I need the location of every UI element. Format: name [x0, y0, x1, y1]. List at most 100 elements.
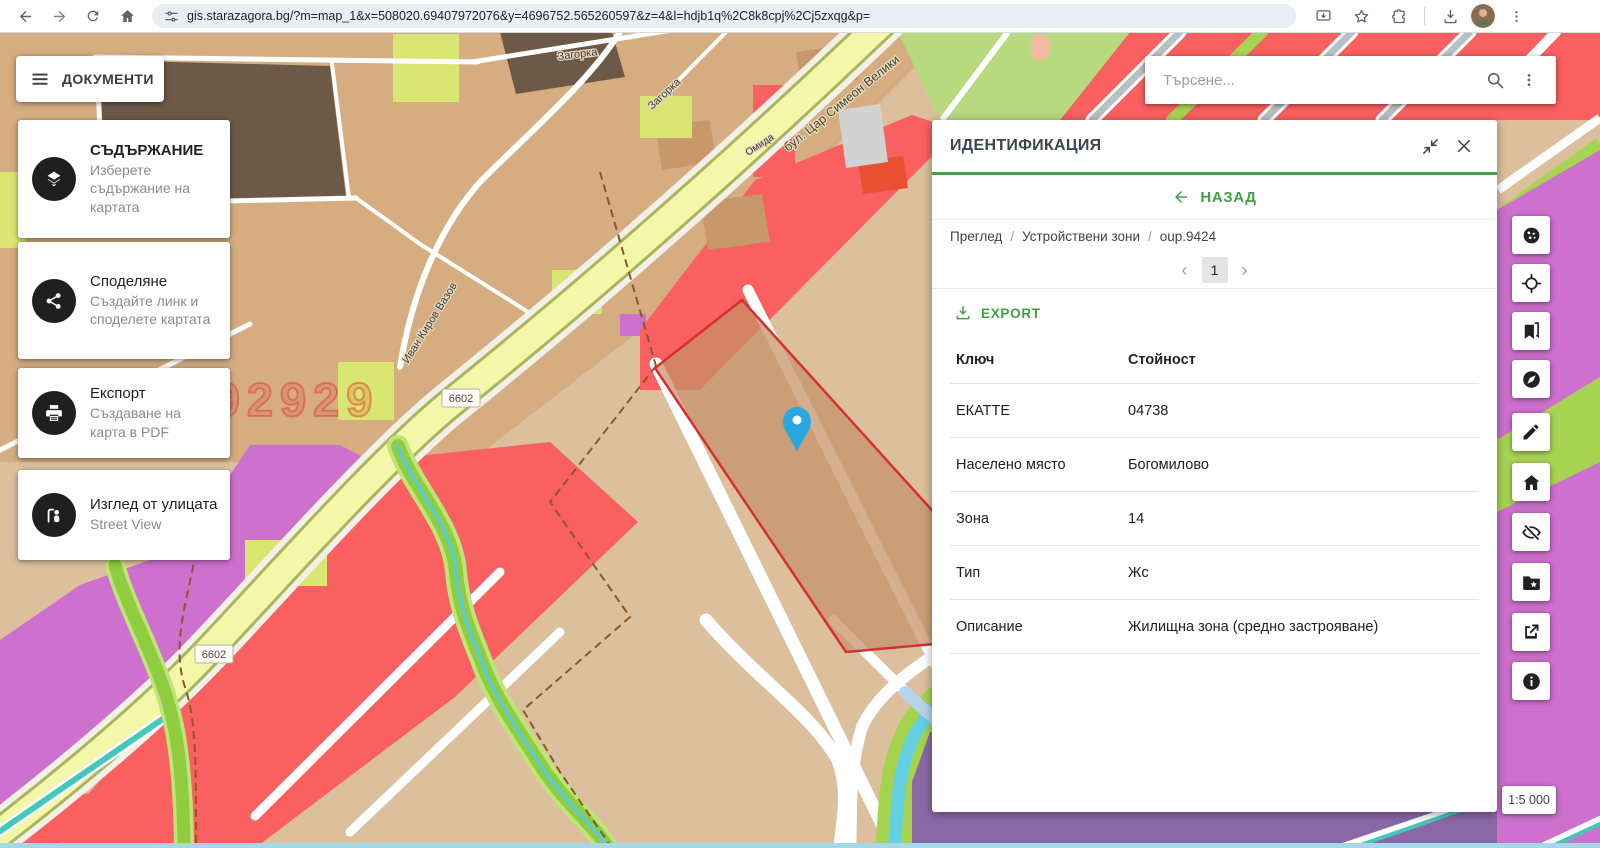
value-header: Стойност	[1128, 352, 1479, 368]
row-value: Жс	[1128, 565, 1479, 581]
row-value: Богомилово	[1128, 457, 1479, 473]
breadcrumb-item-current: oup.9424	[1160, 229, 1216, 244]
pencil-icon	[1521, 422, 1541, 442]
breadcrumb-item[interactable]: Устройствени зони	[1022, 229, 1140, 244]
browser-toolbar: gis.starazagora.bg/?m=map_1&x=508020.694…	[0, 0, 1600, 33]
sidebar-card-export[interactable]: Експорт Създаване на карта в PDF	[18, 368, 230, 458]
panel-title: ИДЕНТИФИКАЦИЯ	[950, 137, 1413, 155]
breadcrumb-item[interactable]: Преглед	[950, 229, 1002, 244]
bookmark-icon	[1521, 321, 1541, 341]
browser-menu-icon[interactable]	[1499, 2, 1533, 30]
breadcrumb: Преглед / Устройствени зони / oup.9424	[932, 220, 1497, 252]
info-button[interactable]	[1512, 662, 1550, 700]
hamburger-icon	[30, 69, 50, 89]
documents-menu-button[interactable]: ДОКУМЕНТИ	[16, 56, 164, 102]
close-icon[interactable]	[1447, 129, 1481, 163]
table-row: ЕКАТТЕ 04738	[950, 384, 1479, 438]
print-icon	[32, 391, 76, 435]
panel-header: ИДЕНТИФИКАЦИЯ	[932, 120, 1497, 172]
open-in-new-icon	[1521, 622, 1541, 642]
hide-layers-button[interactable]	[1512, 513, 1550, 551]
layers-icon	[32, 157, 76, 201]
share-icon	[32, 279, 76, 323]
row-key: Населено място	[956, 457, 1128, 473]
downloads-icon[interactable]	[1433, 2, 1467, 30]
install-icon[interactable]	[1306, 2, 1340, 30]
road-ref-badge: 6602	[442, 389, 480, 407]
row-value: 14	[1128, 511, 1479, 527]
key-header: Ключ	[956, 352, 1128, 368]
table-row: Описание Жилищна зона (средно застрояван…	[950, 600, 1479, 654]
pager-prev-icon[interactable]: ‹	[1182, 261, 1188, 279]
reload-icon[interactable]	[76, 2, 110, 30]
download-icon	[954, 304, 972, 322]
saved-features-button[interactable]	[1512, 563, 1550, 601]
card-subtitle: Изберете съдържание на картата	[90, 161, 218, 216]
identification-panel: ИДЕНТИФИКАЦИЯ НАЗАД Преглед / Устройстве…	[932, 120, 1497, 812]
row-key: ЕКАТТЕ	[956, 403, 1128, 419]
bookmark-star-icon[interactable]	[1344, 2, 1378, 30]
back-button[interactable]: НАЗАД	[932, 175, 1497, 220]
search-input[interactable]	[1161, 71, 1478, 90]
breadcrumb-separator: /	[1148, 229, 1152, 244]
row-key: Описание	[956, 619, 1128, 635]
bookmarks-button[interactable]	[1512, 312, 1550, 350]
home-extent-button[interactable]	[1512, 463, 1550, 501]
compass-icon	[1521, 369, 1542, 390]
back-label: НАЗАД	[1200, 189, 1256, 206]
search-icon[interactable]	[1478, 63, 1512, 97]
pager-page[interactable]: 1	[1202, 257, 1228, 283]
locate-button[interactable]	[1512, 264, 1550, 302]
search-bar[interactable]	[1145, 56, 1556, 104]
card-title: Споделяне	[90, 273, 218, 290]
documents-menu-label: ДОКУМЕНТИ	[62, 71, 154, 87]
row-value: 04738	[1128, 403, 1479, 419]
sidebar-card-share[interactable]: Споделяне Създайте линк и споделете карт…	[18, 242, 230, 359]
cookie-icon	[1521, 225, 1542, 246]
profile-avatar[interactable]	[1471, 4, 1495, 28]
info-icon	[1521, 671, 1542, 692]
home-icon[interactable]	[110, 2, 144, 30]
map-water-edge	[0, 843, 1600, 848]
table-header-row: Ключ Стойност	[950, 337, 1479, 384]
compass-button[interactable]	[1512, 360, 1550, 398]
map-scale-badge: 1:5 000	[1502, 786, 1556, 814]
card-title: СЪДЪРЖАНИЕ	[90, 142, 218, 159]
url-text[interactable]: gis.starazagora.bg/?m=map_1&x=508020.694…	[187, 9, 870, 23]
external-link-button[interactable]	[1512, 613, 1550, 651]
site-settings-icon[interactable]	[164, 9, 179, 24]
sidebar-card-contents[interactable]: СЪДЪРЖАНИЕ Изберете съдържание на картат…	[18, 120, 230, 238]
collapse-icon[interactable]	[1413, 129, 1447, 163]
basemap-button[interactable]	[1512, 216, 1550, 254]
breadcrumb-separator: /	[1010, 229, 1014, 244]
svg-text:6602: 6602	[202, 649, 226, 661]
card-subtitle: Създаване на карта в PDF	[90, 404, 218, 441]
row-value: Жилищна зона (средно застрояване)	[1128, 619, 1479, 635]
result-pager: ‹ 1 ›	[932, 252, 1497, 289]
pager-next-icon[interactable]: ›	[1242, 261, 1248, 279]
row-key: Зона	[956, 511, 1128, 527]
sidebar-card-street-view[interactable]: Изглед от улицата Street View	[18, 470, 230, 560]
draw-button[interactable]	[1512, 413, 1550, 451]
table-row: Тип Жс	[950, 546, 1479, 600]
card-subtitle: Създайте линк и споделете картата	[90, 292, 218, 329]
back-arrow-icon	[1172, 188, 1190, 206]
back-icon[interactable]	[8, 2, 42, 30]
table-row: Зона 14	[950, 492, 1479, 546]
search-menu-icon[interactable]	[1512, 63, 1546, 97]
card-title: Изглед от улицата	[90, 496, 218, 513]
road-ref-badge: 6602	[195, 645, 233, 663]
address-bar[interactable]: gis.starazagora.bg/?m=map_1&x=508020.694…	[152, 4, 1296, 28]
export-label: EXPORT	[981, 306, 1041, 321]
folder-star-icon	[1521, 572, 1542, 593]
divider	[1424, 7, 1425, 25]
export-button[interactable]: EXPORT	[932, 289, 1497, 337]
forward-icon[interactable]	[42, 2, 76, 30]
table-row: Населено място Богомилово	[950, 438, 1479, 492]
house-icon	[1521, 472, 1542, 493]
crosshair-icon	[1521, 273, 1542, 294]
extensions-icon[interactable]	[1382, 2, 1416, 30]
row-key: Тип	[956, 565, 1128, 581]
map-building	[1031, 34, 1049, 60]
attribute-table: Ключ Стойност ЕКАТТЕ 04738 Населено мяст…	[950, 337, 1479, 654]
